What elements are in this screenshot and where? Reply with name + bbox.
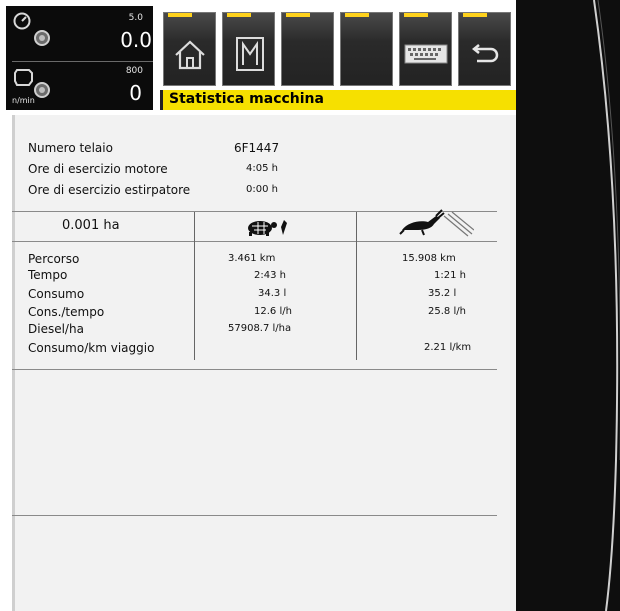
softkey-indicator xyxy=(168,13,192,17)
road-value: 25.8 l/h xyxy=(428,306,466,317)
rabbit-road-icon xyxy=(399,209,474,237)
back-button[interactable] xyxy=(458,12,511,86)
chassis-number-label: Numero telaio xyxy=(28,141,113,155)
work-value: 34.3 l xyxy=(258,288,287,299)
row-label: Cons./tempo xyxy=(28,305,105,319)
road-value: 1:21 h xyxy=(434,270,466,281)
chassis-number-value: 6F1447 xyxy=(234,141,280,155)
work-value: 2:43 h xyxy=(254,270,286,281)
softkey-4[interactable] xyxy=(340,12,393,86)
rpm-unit: n/min xyxy=(12,96,35,105)
keyboard-button[interactable] xyxy=(399,12,452,86)
road-value: 15.908 km xyxy=(402,253,456,264)
engine-hours-value: 4:05 h xyxy=(246,163,278,174)
softkey-indicator xyxy=(404,13,428,17)
lifter-hours-label: Ore di esercizio estirpatore xyxy=(28,183,191,197)
turtle-work-icon xyxy=(248,220,287,236)
road-value: 35.2 l xyxy=(428,288,457,299)
engine-hours-label: Ore di esercizio motore xyxy=(28,162,168,176)
speedometer-icon xyxy=(13,12,50,46)
softkey-indicator xyxy=(345,13,369,17)
row-label: Consumo xyxy=(28,287,85,301)
home-button[interactable] xyxy=(163,12,216,86)
home-icon xyxy=(175,40,205,70)
memory-icon xyxy=(236,37,264,71)
speed-max: 5.0 xyxy=(128,13,143,23)
table-header-divider xyxy=(12,241,497,242)
rpm-max: 800 xyxy=(125,66,143,76)
softkey-indicator xyxy=(227,13,251,17)
memory-button[interactable] xyxy=(222,12,275,86)
row-label: Percorso xyxy=(28,252,80,266)
worked-area: 0.001 ha xyxy=(62,218,120,233)
table-bottom-divider xyxy=(12,369,497,370)
table-column-divider xyxy=(194,212,195,360)
gauge-divider xyxy=(12,61,153,62)
panel-divider xyxy=(12,515,497,516)
work-value: 57908.7 l/ha xyxy=(228,323,292,334)
device-bezel xyxy=(516,0,620,611)
road-value: 2.21 l/km xyxy=(424,342,472,353)
table-column-divider xyxy=(356,212,357,360)
row-label: Diesel/ha xyxy=(28,322,84,336)
back-icon xyxy=(471,44,499,63)
row-label: Tempo xyxy=(28,268,68,282)
row-label: Consumo/km viaggio xyxy=(28,341,155,355)
speed-value: 0.0 xyxy=(120,28,152,52)
keyboard-icon xyxy=(404,44,448,64)
work-value: 3.461 km xyxy=(228,253,276,264)
softkey-indicator xyxy=(463,13,487,17)
softkey-3[interactable] xyxy=(281,12,334,86)
rpm-value: 0 xyxy=(129,81,142,105)
lifter-hours-value: 0:00 h xyxy=(246,184,278,195)
softkey-indicator xyxy=(286,13,310,17)
title-bar: Statistica macchina xyxy=(160,90,516,110)
work-value: 12.6 l/h xyxy=(254,306,292,317)
page-title: Statistica macchina xyxy=(169,91,324,107)
